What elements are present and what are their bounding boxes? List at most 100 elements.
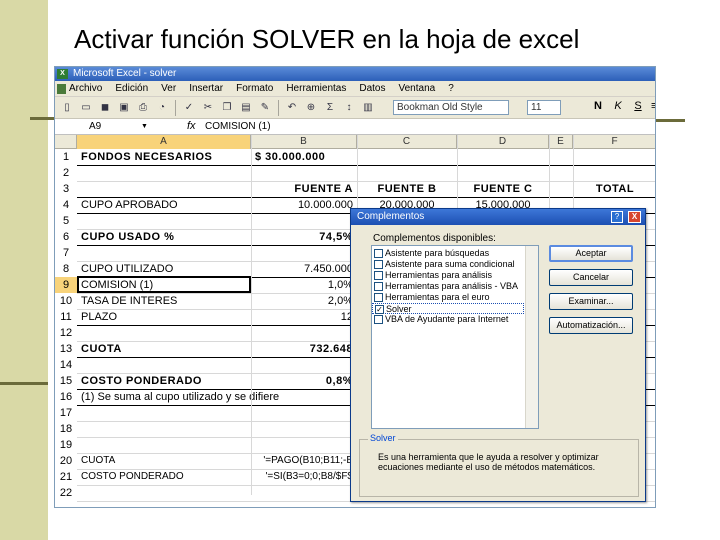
row-number[interactable]: 6: [55, 229, 77, 245]
accept-button[interactable]: Aceptar: [549, 245, 633, 262]
automation-button[interactable]: Automatización...: [549, 317, 633, 334]
row-number[interactable]: 2: [55, 165, 77, 181]
menu-ventana[interactable]: Ventana: [398, 81, 435, 96]
new-icon[interactable]: ▯: [59, 100, 75, 116]
cell-f1[interactable]: [577, 149, 653, 165]
row-number[interactable]: 5: [55, 213, 77, 229]
cell-c2[interactable]: [361, 165, 453, 181]
cell-a12[interactable]: [81, 325, 247, 341]
addin-item[interactable]: Herramientas para el euro: [372, 292, 524, 303]
cell-b6[interactable]: 74,5%: [255, 229, 353, 245]
save-icon[interactable]: ◼: [97, 100, 113, 116]
workbook-icon[interactable]: [57, 84, 66, 94]
cell-c3[interactable]: FUENTE B: [361, 181, 453, 197]
cell-b16[interactable]: [255, 389, 353, 405]
align-left-icon[interactable]: ≡: [651, 100, 655, 112]
row-number[interactable]: 13: [55, 341, 77, 357]
cell-b9[interactable]: 1,0%: [255, 277, 353, 293]
checkbox-icon[interactable]: [374, 315, 383, 325]
cell-b20[interactable]: '=PAGO(B10;B11;-B: [255, 453, 353, 469]
cell-a10[interactable]: TASA DE INTERES: [81, 293, 247, 309]
addin-item[interactable]: Herramientas para análisis - VBA: [372, 281, 524, 292]
scrollbar[interactable]: [525, 246, 538, 428]
chart-icon[interactable]: ▥: [360, 100, 376, 116]
cell-a13[interactable]: CUOTA: [81, 341, 247, 357]
chevron-down-icon[interactable]: ▼: [141, 120, 148, 133]
addins-list[interactable]: Asistente para búsquedas Asistente para s…: [371, 245, 539, 429]
row-number[interactable]: 11: [55, 309, 77, 325]
row-number[interactable]: 3: [55, 181, 77, 197]
formula-input[interactable]: COMISION (1): [205, 119, 271, 134]
bold-button[interactable]: N: [591, 100, 605, 112]
row-number[interactable]: 18: [55, 421, 77, 437]
menu-ver[interactable]: Ver: [161, 81, 176, 96]
cell-a3[interactable]: [81, 181, 247, 197]
cell-b21[interactable]: '=SI(B3=0;0;B8/$F$: [255, 469, 353, 485]
row-number[interactable]: 22: [55, 485, 77, 501]
cell-f3[interactable]: TOTAL: [577, 181, 653, 197]
cell-b7[interactable]: [255, 245, 353, 261]
column-header-e[interactable]: E: [549, 135, 573, 149]
cell-b12[interactable]: [255, 325, 353, 341]
close-icon[interactable]: X: [628, 211, 641, 223]
checkbox-checked-icon[interactable]: ✓: [375, 305, 384, 315]
permission-icon[interactable]: ▣: [116, 100, 132, 116]
menu-archivo[interactable]: Archivo: [69, 81, 102, 96]
help-icon[interactable]: ?: [611, 211, 623, 223]
cell-a2[interactable]: [81, 165, 247, 181]
cell-f2[interactable]: [577, 165, 653, 181]
column-header-c[interactable]: C: [357, 135, 457, 149]
cut-icon[interactable]: ✂: [200, 100, 216, 116]
row-number[interactable]: 7: [55, 245, 77, 261]
row-number[interactable]: 8: [55, 261, 77, 277]
cell-a1[interactable]: FONDOS NECESARIOS: [81, 149, 247, 165]
cell-b19[interactable]: [255, 437, 353, 453]
cell-b2[interactable]: [255, 165, 353, 181]
row-number[interactable]: 10: [55, 293, 77, 309]
row-number[interactable]: 20: [55, 453, 77, 469]
cancel-button[interactable]: Cancelar: [549, 269, 633, 286]
column-header-b[interactable]: B: [251, 135, 357, 149]
undo-icon[interactable]: ↶: [284, 100, 300, 116]
checkbox-icon[interactable]: [374, 260, 383, 270]
cell-a14[interactable]: [81, 357, 247, 373]
row-number[interactable]: 16: [55, 389, 77, 405]
cell-b3[interactable]: FUENTE A: [255, 181, 353, 197]
format-painter-icon[interactable]: ✎: [257, 100, 273, 116]
open-icon[interactable]: ▭: [78, 100, 94, 116]
row-number[interactable]: 19: [55, 437, 77, 453]
cell-d1[interactable]: [461, 149, 545, 165]
row-number[interactable]: 4: [55, 197, 77, 213]
cell-a20[interactable]: CUOTA: [81, 453, 247, 469]
cell-a8[interactable]: CUPO UTILIZADO: [81, 261, 247, 277]
row-number[interactable]: 12: [55, 325, 77, 341]
cell-d2[interactable]: [461, 165, 545, 181]
cell-d3[interactable]: FUENTE C: [461, 181, 545, 197]
cell-a22[interactable]: [81, 485, 247, 501]
row-number[interactable]: 1: [55, 149, 77, 165]
addin-item[interactable]: ✓ Solver: [372, 303, 524, 315]
fx-icon[interactable]: fx: [187, 119, 196, 134]
checkbox-icon[interactable]: [374, 271, 383, 281]
menu-insertar[interactable]: Insertar: [189, 81, 223, 96]
cell-a21[interactable]: COSTO PONDERADO: [81, 469, 247, 485]
font-name-select[interactable]: Bookman Old Style: [393, 100, 509, 115]
menu-help[interactable]: ?: [448, 81, 454, 96]
cell-a19[interactable]: [81, 437, 247, 453]
cell-b10[interactable]: 2,0%: [255, 293, 353, 309]
cell-b8[interactable]: 7.450.000: [255, 261, 353, 277]
cell-a4[interactable]: CUPO APROBADO: [81, 197, 247, 213]
column-header-f[interactable]: F: [573, 135, 655, 149]
checkbox-icon[interactable]: [374, 249, 383, 259]
column-header-a[interactable]: A: [77, 135, 251, 149]
column-header-d[interactable]: D: [457, 135, 549, 149]
menu-herramientas[interactable]: Herramientas: [286, 81, 346, 96]
cell-b4[interactable]: 10.000.000: [255, 197, 353, 213]
cell-b14[interactable]: [255, 357, 353, 373]
cell-c1[interactable]: [361, 149, 453, 165]
menu-formato[interactable]: Formato: [236, 81, 273, 96]
addin-item[interactable]: Asistente para suma condicional: [372, 259, 524, 270]
paste-icon[interactable]: ▤: [238, 100, 254, 116]
cell-a11[interactable]: PLAZO: [81, 309, 247, 325]
spelling-icon[interactable]: ✓: [181, 100, 197, 116]
